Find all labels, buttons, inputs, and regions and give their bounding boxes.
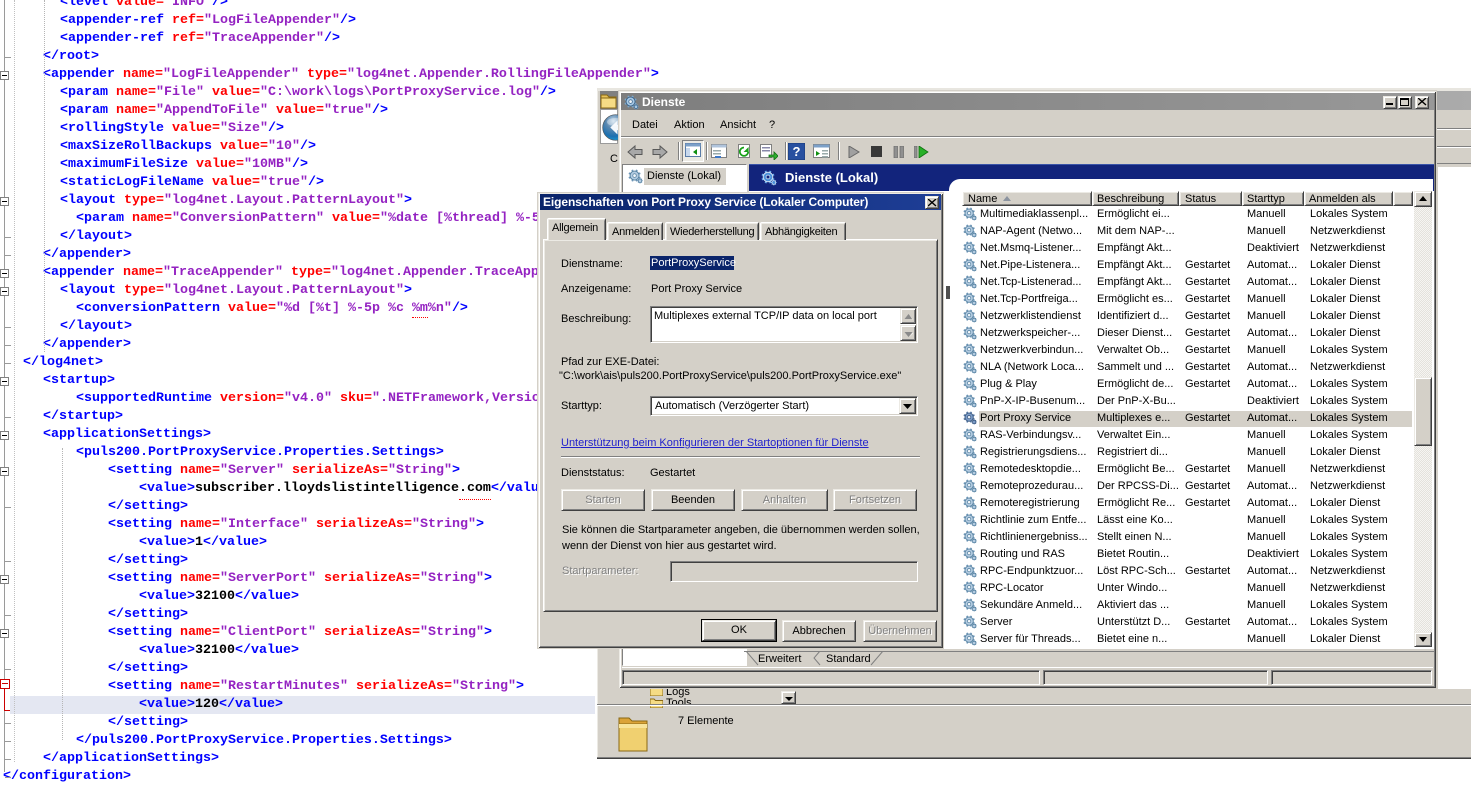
- svg-text:?: ?: [793, 144, 801, 159]
